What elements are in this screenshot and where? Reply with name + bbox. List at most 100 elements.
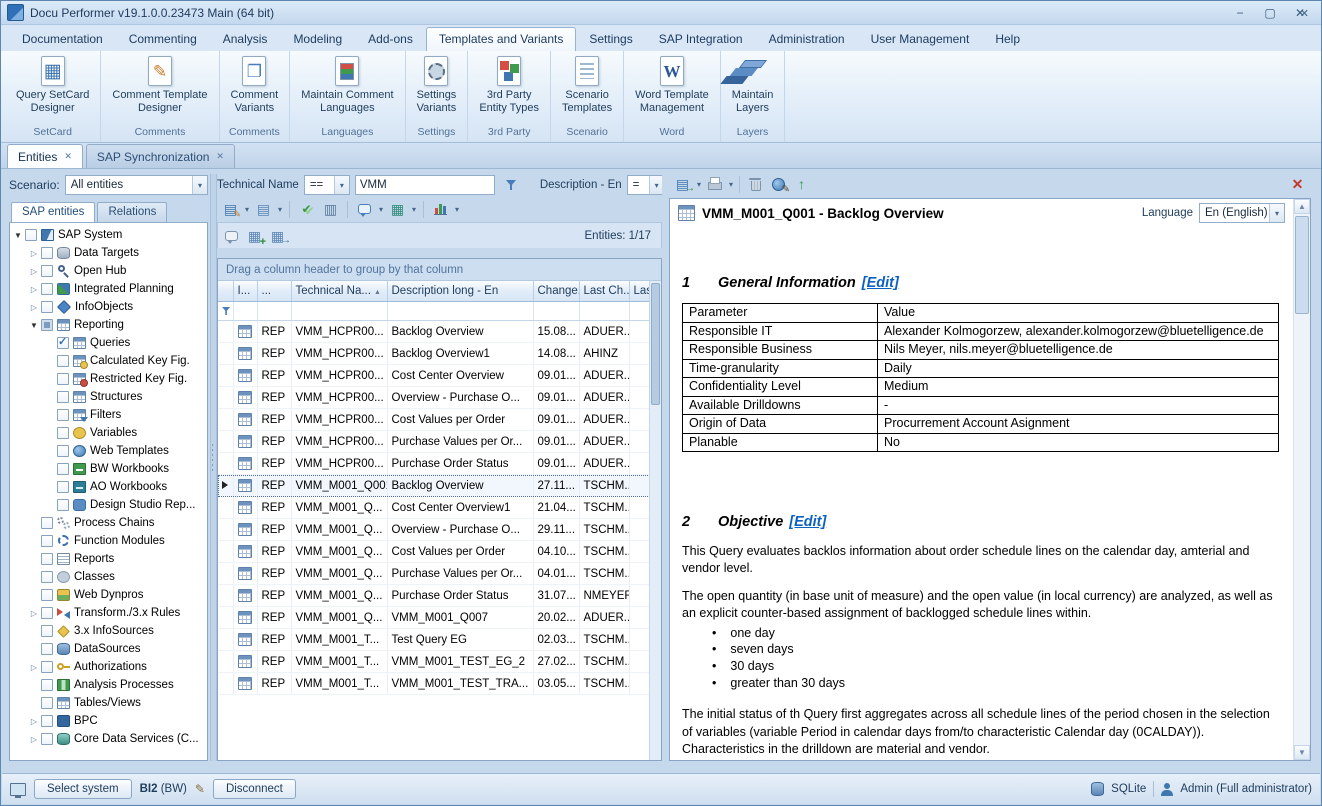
maintain-comment-languages-button[interactable]: Maintain Comment Languages	[297, 54, 397, 116]
menu-administration[interactable]: Administration	[756, 27, 858, 51]
checkbox[interactable]	[57, 499, 69, 511]
filter-cell[interactable]	[533, 302, 579, 321]
menu-user-management[interactable]: User Management	[858, 27, 983, 51]
tree-item-structures[interactable]: Structures	[12, 388, 207, 406]
column-header-last[interactable]: Last ...	[629, 281, 650, 302]
tree-item-variables[interactable]: Variables	[12, 424, 207, 442]
checkbox[interactable]	[41, 715, 53, 727]
select-system-button[interactable]: Select system	[34, 779, 132, 799]
expander-icon[interactable]	[28, 609, 40, 618]
checkbox[interactable]	[57, 409, 69, 421]
table-row[interactable]: REP VMM_HCPR00... Cost Values per Order …	[218, 409, 650, 431]
checkbox[interactable]	[57, 427, 69, 439]
checkbox[interactable]	[57, 355, 69, 367]
checkbox[interactable]	[41, 643, 53, 655]
menu-commenting[interactable]: Commenting	[116, 27, 210, 51]
technical-name-operator-select[interactable]: ==	[304, 175, 350, 195]
tree-item-process-chains[interactable]: Process Chains	[12, 514, 207, 532]
tree-item-3x-infosources[interactable]: 3.x InfoSources	[12, 622, 207, 640]
comment-variants-button[interactable]: Comment Variants	[227, 54, 283, 116]
third-party-entity-types-button[interactable]: 3rd Party Entity Types	[475, 54, 543, 116]
checkbox[interactable]	[41, 589, 53, 601]
settings-variants-button[interactable]: Settings Variants	[413, 54, 461, 116]
column-header-icon[interactable]: I...	[233, 281, 257, 302]
table-row[interactable]: REP VMM_M001_Q... Cost Center Overview1 …	[218, 497, 650, 519]
expander-icon[interactable]	[28, 249, 40, 258]
word-template-management-button[interactable]: Word Template Management	[631, 54, 713, 116]
checkbox[interactable]	[41, 319, 53, 331]
scenario-select[interactable]: All entities	[65, 175, 208, 195]
tree-item-queries[interactable]: Queries	[12, 334, 207, 352]
menu-documentation[interactable]: Documentation	[9, 27, 116, 51]
disconnect-button[interactable]: Disconnect	[213, 779, 296, 799]
tab-close-icon[interactable]	[64, 151, 72, 162]
menu-templates-and-variants[interactable]: Templates and Variants	[426, 27, 577, 51]
expander-icon[interactable]	[28, 321, 40, 330]
expander-icon[interactable]	[28, 267, 40, 276]
filter-cell[interactable]	[233, 302, 257, 321]
menu-settings[interactable]: Settings	[576, 27, 645, 51]
tree-item-ao-workbooks[interactable]: AO Workbooks	[12, 478, 207, 496]
chevron-down-icon[interactable]	[334, 176, 349, 194]
filter-cell[interactable]	[579, 302, 629, 321]
tree-item-reporting[interactable]: Reporting	[12, 316, 207, 334]
menu-sap-integration[interactable]: SAP Integration	[646, 27, 756, 51]
tab-entities[interactable]: Entities	[7, 144, 83, 168]
upload-button[interactable]	[790, 173, 813, 195]
tab-relations[interactable]: Relations	[97, 202, 167, 222]
tree-item-calculated-key-fig[interactable]: Calculated Key Fig.	[12, 352, 207, 370]
expander-icon[interactable]	[28, 717, 40, 726]
checkbox[interactable]	[41, 517, 53, 529]
menu-help[interactable]: Help	[982, 27, 1033, 51]
filter-cell[interactable]	[257, 302, 291, 321]
checkbox[interactable]	[41, 625, 53, 637]
document-vertical-scrollbar[interactable]	[1293, 199, 1310, 760]
filter-cell[interactable]	[291, 302, 387, 321]
checkbox[interactable]	[57, 463, 69, 475]
checkbox[interactable]	[41, 301, 53, 313]
checkbox[interactable]	[41, 283, 53, 295]
checkbox[interactable]	[25, 229, 37, 241]
expander-icon[interactable]	[28, 303, 40, 312]
checkbox[interactable]	[57, 391, 69, 403]
table-row[interactable]: REP VMM_M001_Q001 Backlog Overview 27.11…	[218, 475, 650, 497]
table-row[interactable]: REP VMM_M001_T... Test Query EG 02.03...…	[218, 629, 650, 651]
language-select[interactable]: En (English)	[1199, 203, 1285, 223]
table-button[interactable]	[386, 198, 418, 220]
tree-item-bw-workbooks[interactable]: BW Workbooks	[12, 460, 207, 478]
chevron-down-icon[interactable]	[1269, 204, 1284, 222]
tree-item-sap-system[interactable]: SAP System	[12, 226, 207, 244]
checkbox[interactable]	[57, 445, 69, 457]
table-row[interactable]: REP VMM_M001_Q... Purchase Values per Or…	[218, 563, 650, 585]
tab-sap-synchronization[interactable]: SAP Synchronization	[86, 144, 235, 168]
edit-link[interactable]: [Edit]	[789, 512, 826, 532]
column-header-technical-name[interactable]: Technical Na...	[291, 281, 387, 302]
table-row[interactable]: REP VMM_M001_Q... VMM_M001_Q007 20.02...…	[218, 607, 650, 629]
export-document-button[interactable]	[671, 173, 703, 195]
scrollbar-thumb[interactable]	[651, 283, 660, 405]
checkbox[interactable]	[41, 697, 53, 709]
tree-item-design-studio-reports[interactable]: Design Studio Rep...	[12, 496, 207, 514]
scenario-templates-button[interactable]: Scenario Templates	[558, 54, 616, 116]
checkbox[interactable]	[57, 481, 69, 493]
checkbox[interactable]	[41, 661, 53, 673]
tabstrip-close-icon[interactable]	[1300, 7, 1309, 20]
vertical-splitter[interactable]	[210, 174, 217, 761]
table-row[interactable]: REP VMM_M001_Q... Overview - Purchase O.…	[218, 519, 650, 541]
tab-close-icon[interactable]	[216, 151, 224, 162]
checkbox[interactable]	[41, 553, 53, 565]
technical-name-filter-input[interactable]	[355, 175, 495, 195]
tab-sap-entities[interactable]: SAP entities	[11, 202, 95, 222]
menu-add-ons[interactable]: Add-ons	[355, 27, 426, 51]
table-row[interactable]: REP VMM_M001_T... VMM_M001_TEST_TRA... 0…	[218, 673, 650, 695]
tree-item-datasources[interactable]: DataSources	[12, 640, 207, 658]
description-operator-select[interactable]: =	[627, 175, 662, 195]
checkbox[interactable]	[57, 373, 69, 385]
checkbox[interactable]	[41, 247, 53, 259]
scroll-up-icon[interactable]	[1294, 199, 1310, 214]
tree-item-core-data-services[interactable]: Core Data Services (C...	[12, 730, 207, 748]
table-row[interactable]: REP VMM_M001_T... VMM_M001_TEST_EG_2 27.…	[218, 651, 650, 673]
export-entities-button[interactable]	[266, 225, 289, 247]
table-row[interactable]: REP VMM_M001_Q... Purchase Order Status …	[218, 585, 650, 607]
print-button[interactable]	[703, 173, 735, 195]
